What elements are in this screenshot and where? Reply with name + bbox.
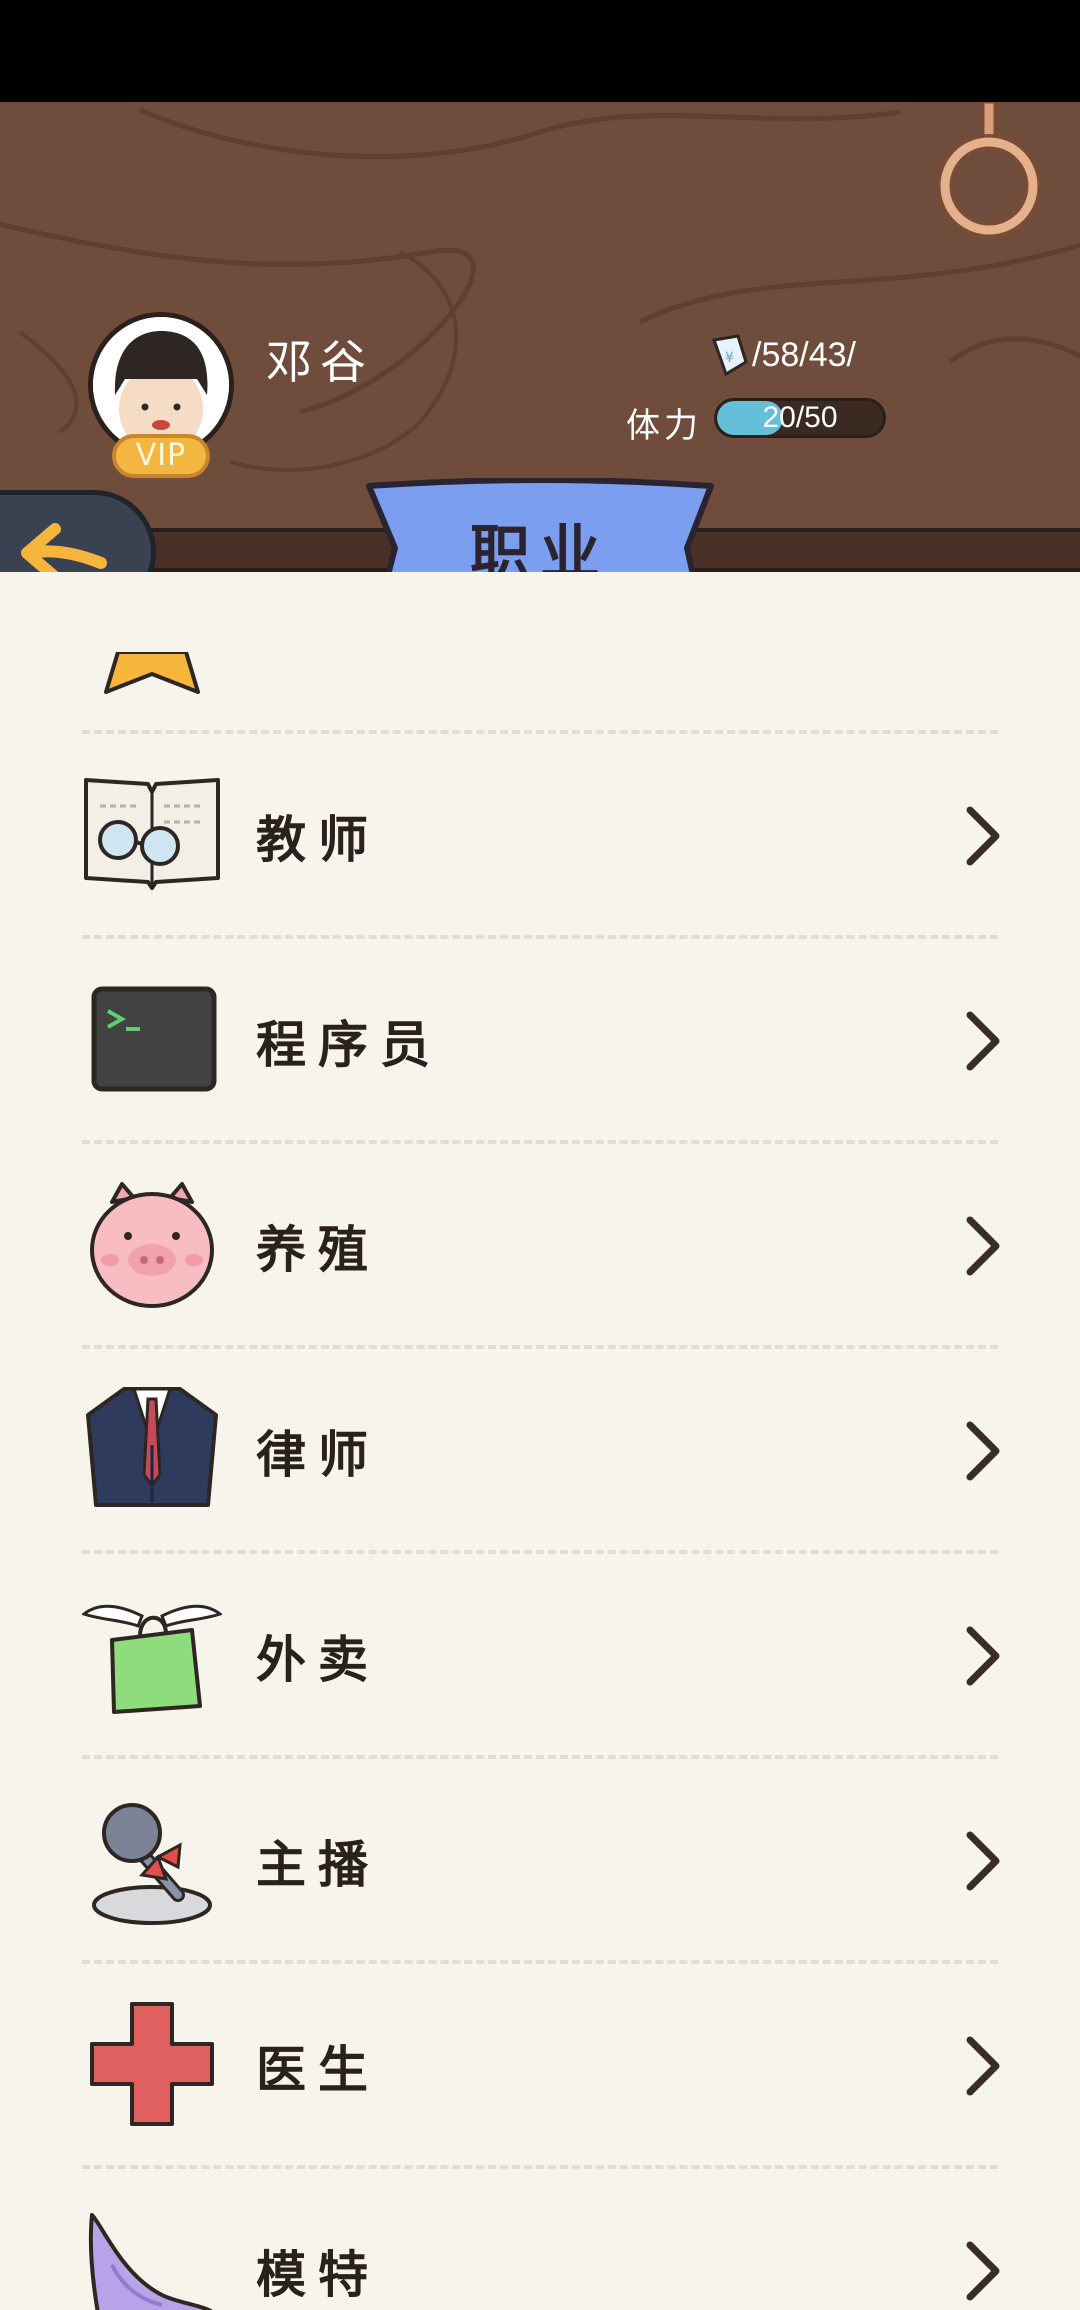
stamina-text: 20/50 [762,401,838,434]
chevron-right-icon [966,1626,1000,1686]
chevron-right-icon [966,806,1000,866]
chevron-right-icon [966,2036,1000,2096]
divider [82,1755,998,1759]
list-item-delivery[interactable]: 外卖 [0,1550,1080,1755]
list-item-model[interactable]: 模特 [0,2165,1080,2310]
high-heel-icon [88,2213,214,2310]
list-item-teacher[interactable]: 教师 [0,730,1080,935]
book-glasses-icon [84,778,220,890]
microphone-icon [92,1803,212,1925]
divider [82,730,998,734]
svg-text:¥: ¥ [725,350,734,366]
divider [82,1550,998,1554]
list-item-label: 养殖 [256,1220,380,1279]
vip-badge: VIP [112,434,210,478]
chevron-right-icon [966,1831,1000,1891]
chevron-right-icon [966,2241,1000,2301]
player-name: 邓谷 [266,335,374,389]
list-item-label: 主播 [256,1835,380,1894]
suit-icon [86,1387,218,1507]
chevron-right-icon [966,1011,1000,1071]
medical-cross-icon [90,2002,214,2126]
list-item-label: 程序员 [256,1015,442,1074]
terminal-icon [91,986,217,1092]
list-item-label: 外卖 [256,1630,380,1689]
list-item-farming[interactable]: 养殖 [0,1140,1080,1345]
list-item-label: 教师 [256,810,380,869]
hanging-ring-icon[interactable] [935,102,1045,242]
list-item-label: 律师 [256,1425,380,1484]
list-item-doctor[interactable]: 医生 [0,1960,1080,2165]
pig-icon [90,1182,214,1308]
stamina-bar: 20/50 [714,398,886,438]
divider [82,1345,998,1349]
avatar-face-icon [93,317,229,453]
list-item[interactable] [0,572,1080,731]
delivery-bag-icon [82,1604,222,1714]
stamina-label: 体力 [626,406,702,446]
list-item-lawyer[interactable]: 律师 [0,1345,1080,1550]
divider [82,2165,998,2169]
divider [82,935,998,939]
status-bar [0,0,1080,102]
ticket-icon: ¥ [711,334,748,376]
list-item-programmer[interactable]: 程序员 [0,935,1080,1140]
chevron-right-icon [966,1421,1000,1481]
career-list[interactable]: 教师 程序员 养殖 律师 外卖 主播 医生 模特 [0,572,1080,2310]
divider [82,1960,998,1964]
divider [82,1140,998,1144]
ticket-balance: /58/43/ [752,336,856,374]
chevron-right-icon [966,1216,1000,1276]
list-item-label: 模特 [256,2245,380,2304]
list-item-label: 医生 [256,2040,380,2099]
list-item-streamer[interactable]: 主播 [0,1755,1080,1960]
